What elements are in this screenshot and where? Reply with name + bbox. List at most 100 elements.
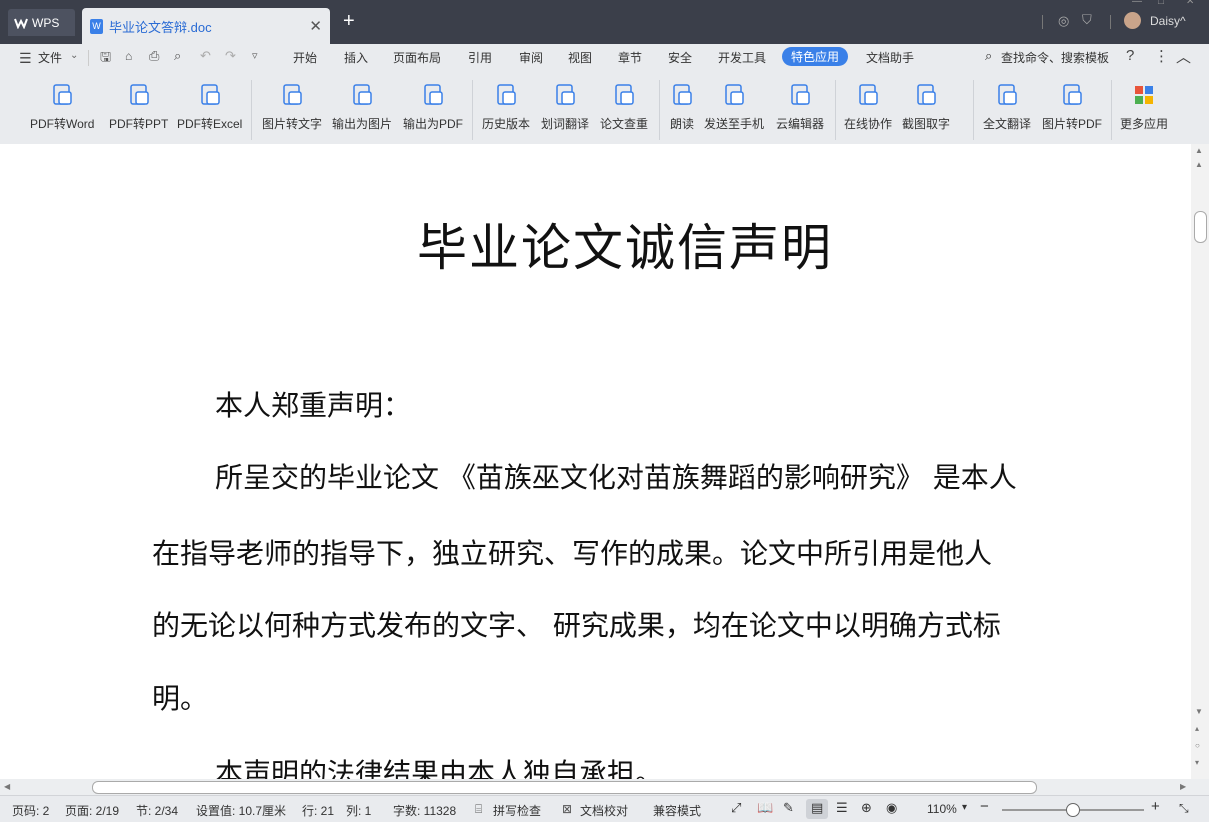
help-icon[interactable]: ? (1126, 47, 1134, 64)
ribbon-button-0[interactable]: PDF转Word (30, 82, 94, 132)
ribbon-button-13[interactable]: 截图取字 (902, 82, 950, 132)
proofread-icon[interactable]: ⊠ (562, 802, 572, 816)
section-indicator[interactable]: 节: 2/34 (136, 802, 178, 819)
page-view-button[interactable]: ▤ (806, 799, 828, 819)
chevron-down-icon[interactable]: ⌄ (70, 50, 78, 61)
proofread-button[interactable]: 文档校对 (580, 802, 628, 819)
ribbon-icon-15 (1063, 84, 1082, 105)
command-search[interactable]: 查找命令、搜索模板 (1001, 49, 1109, 66)
next-page-icon[interactable]: ▾ (1195, 758, 1199, 767)
menu-tab-3[interactable]: 引用 (468, 49, 492, 66)
scrollbar-thumb[interactable] (1194, 211, 1207, 243)
undo-icon[interactable]: ↶ (200, 48, 211, 64)
ribbon-button-11[interactable]: 云编辑器 (776, 82, 824, 132)
spell-check-button[interactable]: 拼写检查 (493, 802, 541, 819)
menu-tab-8[interactable]: 开发工具 (718, 49, 766, 66)
menu-tab-9[interactable]: 特色应用 (782, 47, 849, 66)
hamburger-icon[interactable]: ☰ (19, 50, 32, 67)
menu-tab-4[interactable]: 审阅 (519, 49, 543, 66)
zoom-dropdown-icon[interactable]: ▾ (962, 802, 967, 813)
wps-home-tab[interactable]: WPS (8, 9, 75, 36)
menu-tab-5[interactable]: 视图 (568, 49, 592, 66)
previous-page-icon[interactable]: ▴ (1195, 724, 1199, 733)
fullscreen-icon[interactable]: ⤢ (731, 800, 741, 816)
scroll-down-icon[interactable]: ▼ (1195, 707, 1203, 716)
zoom-out-icon[interactable]: − (980, 798, 989, 815)
format-painter-icon[interactable]: ⌂ (125, 49, 132, 63)
ribbon-icon-6 (497, 84, 516, 105)
scroll-right-icon[interactable]: ▶ (1180, 782, 1186, 791)
horizontal-scrollbar[interactable]: ◀ ▶ (0, 779, 1209, 795)
column-indicator: 列: 1 (346, 804, 372, 818)
outline-view-icon[interactable]: ☰ (836, 800, 848, 816)
ribbon-button-4[interactable]: 输出为图片 (332, 82, 392, 132)
ribbon-button-15[interactable]: 图片转PDF (1042, 82, 1102, 132)
ribbon-button-1[interactable]: PDF转PPT (109, 82, 168, 132)
close-window-icon[interactable]: ✕ (1186, 0, 1194, 7)
paragraph-line: 的无论以何种方式发布的文字、 研究成果，均在论文中以明确方式标 (152, 609, 1001, 642)
minimize-icon[interactable]: — (1132, 0, 1142, 7)
ribbon-button-2[interactable]: PDF转Excel (177, 82, 242, 132)
more-options-icon[interactable]: ⋮ (1154, 47, 1169, 65)
ribbon-button-6[interactable]: 历史版本 (482, 82, 530, 132)
skin-icon[interactable]: ◎ (1058, 13, 1069, 29)
zoom-in-icon[interactable]: + (1151, 798, 1160, 815)
ribbon-divider (472, 80, 473, 140)
paragraph-line: 明。 (152, 682, 209, 715)
fit-window-icon[interactable]: ⤡ (1179, 801, 1189, 816)
scroll-up-icon[interactable]: ▲ (1195, 146, 1203, 155)
reading-mode-icon[interactable]: 📖 (757, 800, 773, 816)
user-name[interactable]: Daisy^ (1150, 14, 1186, 28)
document-tab[interactable]: W 毕业论文答辩.doc ✕ (82, 8, 330, 44)
word-count[interactable]: 字数: 11328 (393, 802, 456, 819)
ribbon-button-7[interactable]: 划词翻译 (541, 82, 589, 132)
spell-check-icon[interactable]: ⌸ (475, 802, 482, 817)
ribbon-icon-7 (556, 84, 575, 105)
wps-tab-label: WPS (32, 15, 60, 30)
menu-tab-10[interactable]: 文档助手 (866, 49, 914, 66)
new-tab-icon[interactable]: + (343, 10, 355, 33)
page-code[interactable]: 页码: 2 (12, 802, 49, 819)
maximize-icon[interactable]: □ (1158, 0, 1164, 7)
zoom-slider-handle[interactable] (1066, 803, 1080, 817)
ribbon-button-8[interactable]: 论文查重 (600, 82, 648, 132)
ribbon-button-14[interactable]: 全文翻译 (983, 82, 1031, 132)
scroll-left-icon[interactable]: ◀ (4, 782, 10, 791)
more-quick-access-icon[interactable]: ▿ (252, 49, 258, 62)
compatibility-mode: 兼容模式 (653, 804, 702, 818)
zoom-level[interactable]: 110% (927, 802, 957, 816)
document-page[interactable]: 毕业论文诚信声明 本人郑重声明： 所呈交的毕业论文 《苗族巫文化对苗族舞蹈的影响… (0, 144, 1191, 779)
ribbon-button-9[interactable]: 朗读 (669, 82, 695, 132)
setting-value[interactable]: 设置值: 10.7厘米 (196, 802, 286, 819)
page-indicator[interactable]: 页面: 2/19 (65, 802, 119, 819)
ribbon-button-16[interactable]: 更多应用 (1120, 82, 1168, 132)
ribbon-button-12[interactable]: 在线协作 (844, 82, 892, 132)
print-preview-icon[interactable]: ⌕ (174, 48, 181, 64)
menu-tab-6[interactable]: 章节 (618, 49, 642, 66)
edit-mode-icon[interactable]: ✎ (783, 800, 794, 816)
select-browse-object-icon[interactable]: ○ (1195, 741, 1200, 750)
search-icon[interactable]: ⌕ (985, 48, 992, 64)
ribbon-button-5[interactable]: 输出为PDF (403, 82, 463, 132)
collapse-ribbon-icon[interactable]: ︿ (1176, 46, 1191, 67)
menu-tab-2[interactable]: 页面布局 (393, 49, 441, 66)
vertical-scrollbar[interactable]: ▲ ▲ ▼ ▴ ○ ▾ (1191, 144, 1209, 779)
document-title: 毕业论文诚信声明 (417, 219, 833, 277)
avatar[interactable] (1124, 12, 1141, 29)
shirt-icon[interactable]: ⛉ (1082, 12, 1092, 28)
menu-tab-0[interactable]: 开始 (293, 49, 317, 66)
menu-tab-7[interactable]: 安全 (668, 49, 692, 66)
scrollbar-thumb[interactable] (92, 781, 1037, 794)
ribbon-button-3[interactable]: 图片转文字 (262, 82, 322, 132)
file-menu[interactable]: 文件 (38, 49, 62, 66)
scroll-up-icon[interactable]: ▲ (1195, 160, 1203, 169)
save-icon[interactable]: 🖫 (100, 48, 111, 70)
ribbon-button-10[interactable]: 发送至手机 (704, 82, 764, 132)
ribbon-label-16: 更多应用 (1120, 117, 1169, 131)
menu-tab-1[interactable]: 插入 (344, 49, 368, 66)
redo-icon[interactable]: ↷ (225, 48, 236, 64)
close-tab-icon[interactable]: ✕ (309, 17, 322, 35)
print-icon[interactable]: ⎙ (149, 48, 159, 64)
web-view-icon[interactable]: ⊕ (861, 800, 872, 816)
eye-protection-icon[interactable]: ◉ (886, 800, 897, 816)
